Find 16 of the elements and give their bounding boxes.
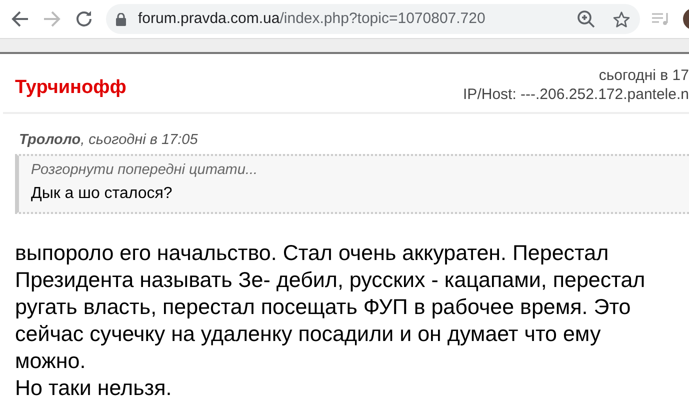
back-arrow-icon: [11, 10, 29, 28]
post-body: выпороло его начальство. Стал очень аккуратен. Перестал Президента называть Зе- дебил, русских - кацапами, перестал ругать власть, перестал посещать ФУП в рабочее время. Это сейчас сучечку на удаленку посадили и он думает что ему можно. Но таки нельзя.: [15, 240, 646, 402]
address-bar[interactable]: forum.pravda.com.ua/index.php?topic=1070807.720: [106, 4, 640, 34]
author-name[interactable]: Турчинофф: [15, 74, 126, 104]
expand-quotes-link[interactable]: Розгорнути попередні цитати...: [31, 160, 689, 182]
bookmark-star-icon[interactable]: [613, 10, 630, 28]
reload-icon: [75, 10, 93, 28]
quote-header: Трололо, сьогодні в 17:05: [19, 131, 199, 150]
quote-text: Дык а шо сталося?: [31, 184, 174, 204]
ip-host-text: IP/Host: ---.206.252.172.pantele.n: [463, 85, 689, 104]
avatar-icon[interactable]: [682, 7, 689, 31]
lock-icon: [116, 12, 126, 26]
forward-arrow-icon: [43, 10, 61, 28]
zoom-icon[interactable]: [577, 10, 595, 28]
url-text: forum.pravda.com.ua/index.php?topic=1070807.720: [138, 8, 486, 29]
post-date: сьогодні в 17: [598, 66, 689, 85]
